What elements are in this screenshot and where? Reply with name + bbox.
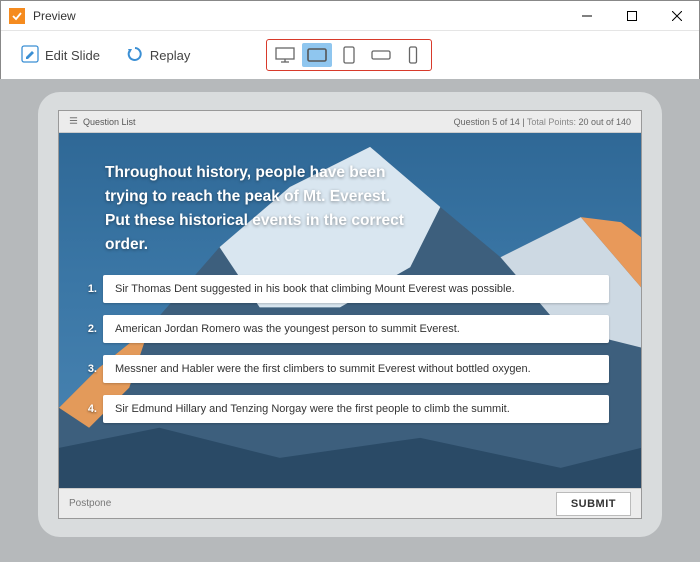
replay-label: Replay [150,48,190,63]
preview-stage: Question List Question 5 of 14 | Total P… [0,79,700,562]
maximize-button[interactable] [609,1,654,30]
replay-button[interactable]: Replay [120,41,196,70]
answer-number: 3. [81,363,103,375]
slide-header: Question List Question 5 of 14 | Total P… [59,111,641,133]
edit-slide-button[interactable]: Edit Slide [15,41,106,70]
question-list-button[interactable]: Question List [69,116,454,127]
device-desktop-button[interactable] [270,43,300,67]
device-tablet-portrait-button[interactable] [334,43,364,67]
answer-row: 4. Sir Edmund Hillary and Tenzing Norgay… [81,395,609,423]
device-tablet-landscape-button[interactable] [302,43,332,67]
answer-row: 3. Messner and Habler were the first cli… [81,355,609,383]
answer-number: 1. [81,283,103,295]
edit-icon [21,45,39,66]
device-phone-landscape-button[interactable] [366,43,396,67]
minimize-button[interactable] [564,1,609,30]
question-counter: Question 5 of 14 [454,117,520,127]
device-frame: Question List Question 5 of 14 | Total P… [38,92,662,537]
answers-list: 1. Sir Thomas Dent suggested in his book… [59,275,641,423]
slide-footer: Postpone SUBMIT [59,488,641,518]
answer-item[interactable]: Sir Edmund Hillary and Tenzing Norgay we… [103,395,609,423]
answer-item[interactable]: Sir Thomas Dent suggested in his book th… [103,275,609,303]
slide-body: Throughout history, people have been try… [59,133,641,488]
answer-number: 2. [81,323,103,335]
slide-meta: Question 5 of 14 | Total Points: 20 out … [454,117,631,127]
points-value: 20 out of 140 [578,117,631,127]
window-title: Preview [33,9,564,23]
answer-row: 1. Sir Thomas Dent suggested in his book… [81,275,609,303]
app-icon [9,8,25,24]
slide: Question List Question 5 of 14 | Total P… [58,110,642,519]
postpone-button[interactable]: Postpone [69,498,111,509]
answer-item[interactable]: American Jordan Romero was the youngest … [103,315,609,343]
device-phone-portrait-button[interactable] [398,43,428,67]
answer-number: 4. [81,403,103,415]
close-button[interactable] [654,1,699,30]
replay-icon [126,45,144,66]
window-controls [564,1,699,30]
submit-button[interactable]: SUBMIT [556,492,631,516]
answer-row: 2. American Jordan Romero was the younge… [81,315,609,343]
titlebar: Preview [1,1,699,31]
device-preview-group [266,39,432,71]
edit-slide-label: Edit Slide [45,48,100,63]
points-label: Total Points: [527,117,579,127]
question-text: Throughout history, people have been try… [59,133,499,275]
toolbar: Edit Slide Replay [1,31,699,79]
question-list-label: Question List [83,117,136,127]
answer-item[interactable]: Messner and Habler were the first climbe… [103,355,609,383]
list-icon [69,116,78,127]
